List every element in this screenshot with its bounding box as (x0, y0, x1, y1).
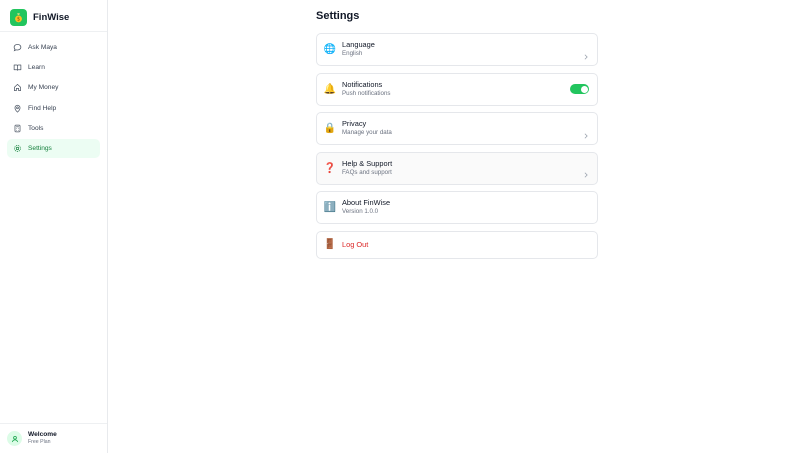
sidebar-item-label: Find Help (28, 104, 57, 112)
settings-help-support[interactable]: ❓ Help & Support FAQs and support (316, 151, 598, 185)
user-profile[interactable]: Welcome Free Plan (0, 423, 107, 453)
settings-privacy[interactable]: 🔒 Privacy Manage your data (316, 112, 598, 145)
page-title: Settings (316, 10, 360, 22)
user-plan: Free Plan (28, 439, 51, 446)
sidebar-item-settings[interactable]: Settings (7, 138, 100, 158)
notifications-toggle[interactable] (570, 84, 589, 94)
home-icon (13, 83, 22, 92)
user-icon (7, 431, 22, 446)
settings-language[interactable]: 🌐 Language English (316, 33, 598, 66)
card-subtitle: Manage your data (342, 129, 392, 137)
chevron-right-icon (583, 165, 589, 178)
card-subtitle: Push notifications (342, 89, 391, 97)
brand[interactable]: $ FinWise (0, 4, 107, 31)
chat-bubble-icon (13, 43, 22, 52)
brand-name: FinWise (33, 12, 70, 23)
money-bag-icon: $ (10, 9, 27, 26)
settings-about: ℹ️ About FinWise Version 1.0.0 (316, 191, 598, 224)
settings-notifications: 🔔 Notifications Push notifications (316, 72, 598, 106)
lock-icon: 🔒 (323, 123, 337, 134)
info-icon: ℹ️ (323, 202, 337, 213)
card-title: Privacy (342, 119, 367, 129)
card-subtitle: Version 1.0.0 (342, 208, 379, 216)
main-content: Settings 🌐 Language English 🔔 Notificati… (108, 0, 806, 453)
sidebar-item-label: Settings (28, 144, 52, 152)
card-subtitle: FAQs and support (342, 168, 392, 176)
sidebar-item-label: My Money (28, 84, 59, 92)
sidebar-item-learn[interactable]: Learn (7, 58, 100, 77)
chevron-right-icon (583, 126, 589, 139)
calculator-icon (13, 124, 22, 133)
bell-icon: 🔔 (323, 83, 337, 95)
sidebar-item-my-money[interactable]: My Money (7, 78, 100, 97)
user-name: Welcome (28, 430, 57, 438)
svg-text:$: $ (17, 17, 20, 23)
card-title: Notifications (342, 79, 383, 89)
sidebar: $ FinWise Ask Maya Learn My Money Find H… (0, 0, 108, 453)
door-icon: 🚪 (323, 239, 337, 250)
sidebar-item-label: Learn (28, 64, 45, 72)
logout-button[interactable]: 🚪 Log Out (316, 230, 598, 259)
sidebar-item-label: Tools (28, 124, 44, 132)
location-pin-icon (13, 104, 22, 113)
gear-icon (13, 144, 22, 153)
toggle-knob (580, 85, 588, 93)
sidebar-item-label: Ask Maya (28, 44, 57, 51)
sidebar-item-ask-maya[interactable]: Ask Maya (7, 38, 100, 57)
sidebar-nav: Ask Maya Learn My Money Find Help Tools … (0, 32, 107, 159)
sidebar-item-find-help[interactable]: Find Help (7, 99, 100, 118)
card-subtitle: English (342, 50, 363, 58)
card-title: Language (342, 40, 375, 50)
chevron-right-icon (583, 47, 589, 60)
card-title: About FinWise (342, 198, 391, 208)
card-title: Help & Support (342, 158, 393, 168)
book-icon (13, 63, 22, 72)
settings-list: 🌐 Language English 🔔 Notifications Push … (316, 33, 598, 265)
logout-label: Log Out (342, 239, 369, 249)
question-icon: ❓ (323, 162, 337, 174)
globe-icon: 🌐 (323, 44, 337, 55)
sidebar-item-tools[interactable]: Tools (7, 119, 100, 138)
